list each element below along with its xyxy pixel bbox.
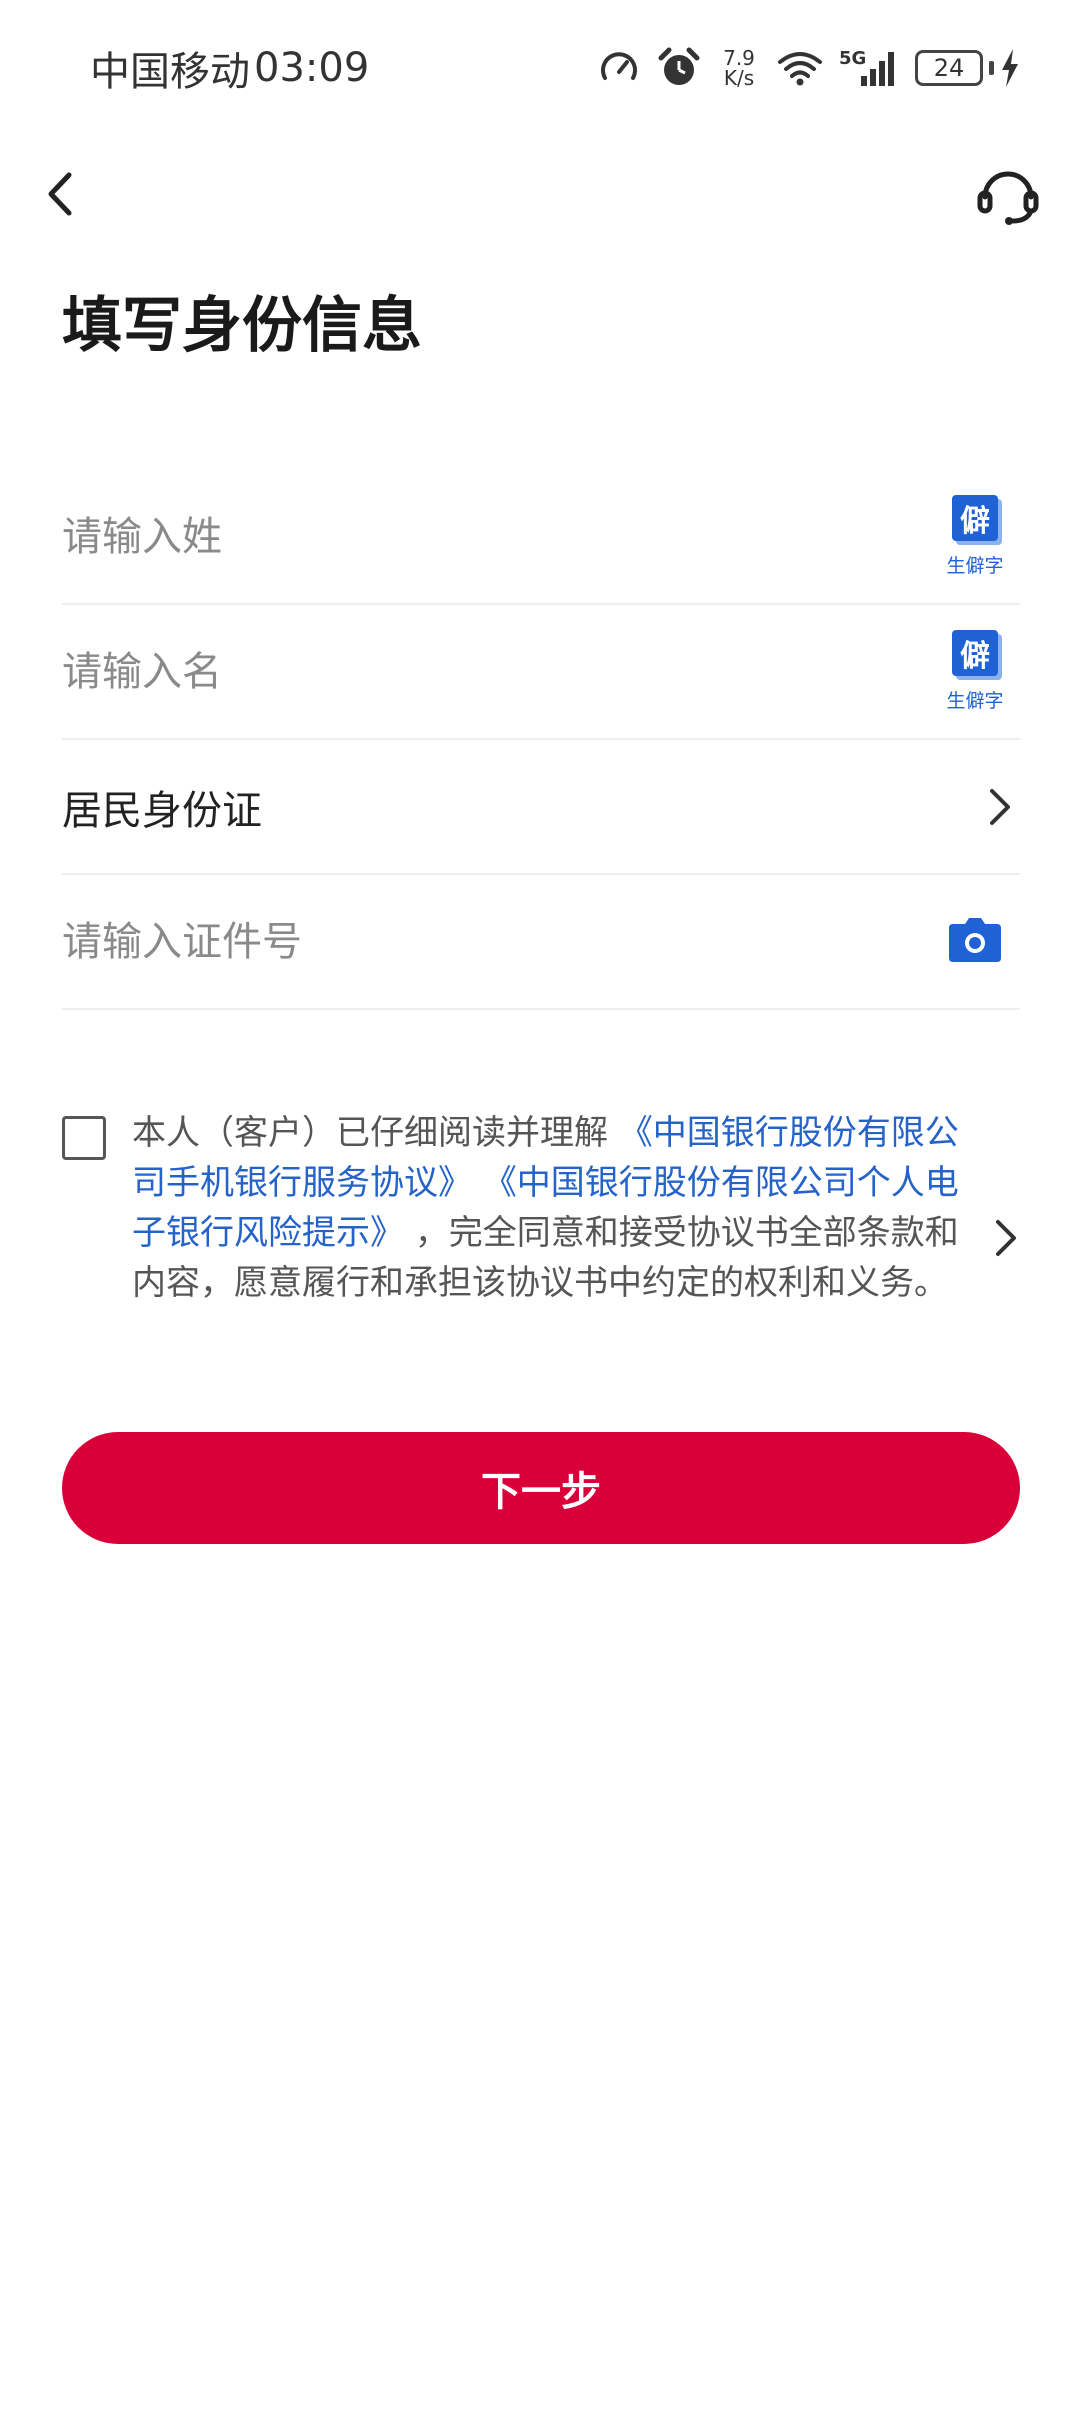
agreement-text: 本人（客户）已仔细阅读并理解 《中国银行股份有限公司手机银行服务协议》 《中国银… [132,1108,962,1308]
network-type-label: 5G [839,48,866,69]
rare-character-button-surname[interactable]: 僻 生僻字 [930,495,1020,578]
surname-row: 僻 生僻字 [62,470,1020,605]
signal-5g-icon: 5G [839,46,899,90]
status-icons: 7.9 K/s 5G 24 [597,46,1020,90]
rare-character-button-given-name[interactable]: 僻 生僻字 [930,630,1020,713]
rare-character-label: 生僻字 [946,690,1004,712]
id-type-select[interactable]: 居民身份证 [62,740,1020,875]
agreement-checkbox[interactable] [62,1116,106,1160]
carrier-name: 中国移动 [90,49,250,95]
back-button[interactable] [30,166,90,226]
status-left: 中国移动 03:09 [90,39,369,97]
customer-service-button[interactable] [972,160,1044,232]
surname-input[interactable] [62,470,930,603]
wifi-icon [777,48,823,88]
clock: 03:09 [254,45,370,91]
chevron-left-icon [45,171,75,221]
network-speed-unit: K/s [723,66,755,90]
network-speed: 7.9 K/s [717,48,761,88]
agreement-prefix: 本人（客户）已仔细阅读并理解 [132,1113,608,1153]
charging-bolt-icon [1000,49,1020,87]
given-name-row: 僻 生僻字 [62,605,1020,740]
scan-id-button[interactable] [930,917,1020,966]
given-name-input[interactable] [62,605,930,738]
camera-icon [949,917,1001,966]
page-title: 填写身份信息 [62,291,422,361]
identity-form: 僻 生僻字 僻 生僻字 居民身份证 [62,470,1020,1010]
network-speed-value: 7.9 [723,46,755,70]
rare-character-icon: 僻 [952,630,998,676]
nav-bar [0,136,1080,256]
status-bar: 中国移动 03:09 7.9 K/s 5G 24 [0,0,1080,136]
battery-level: 24 [915,50,983,86]
agreement-detail-chevron-icon[interactable] [994,1218,1018,1262]
rare-character-icon: 僻 [952,495,998,541]
alarm-clock-icon [657,46,701,90]
agreement-section: 本人（客户）已仔细阅读并理解 《中国银行股份有限公司手机银行服务协议》 《中国银… [62,1108,1020,1308]
id-number-input[interactable] [62,875,930,1008]
battery-indicator: 24 [915,49,1020,87]
headset-icon [975,161,1041,231]
id-type-value: 居民身份证 [62,787,262,834]
id-number-row [62,875,1020,1010]
speedometer-icon [597,46,641,90]
next-step-button[interactable]: 下一步 [62,1432,1020,1544]
chevron-right-icon [980,787,1020,827]
battery-cap [989,61,994,75]
rare-character-label: 生僻字 [946,555,1004,577]
